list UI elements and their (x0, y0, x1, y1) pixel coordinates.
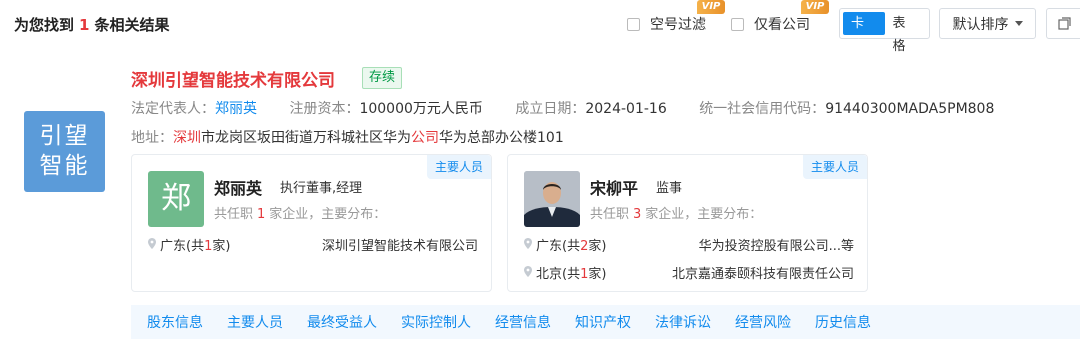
address-highlight: 深圳 (173, 130, 201, 146)
key-person-tag: 主要人员 (426, 155, 491, 179)
region-suffix: 家) (212, 239, 231, 254)
address-text: 市龙岗区坂田街道万科城社区华为 (201, 130, 411, 146)
results-toolbar: 为您找到 1 条相关结果 空号过滤 VIP 仅看公司 VIP 卡片 表格 默认排序 (0, 0, 1080, 54)
address-text: 华为总部办公楼101 (439, 130, 564, 146)
legal-rep-field: 法定代表人：郑丽英 (131, 98, 257, 118)
stat-count: 1 (257, 207, 266, 222)
tab-history[interactable]: 历史信息 (815, 312, 871, 332)
result-prefix: 为您找到 (14, 16, 75, 34)
vip-badge: VIP (697, 0, 725, 14)
region-prefix: 北京(共 (536, 267, 581, 282)
person-photo-icon (524, 171, 580, 227)
result-suffix: 条相关结果 (94, 16, 170, 34)
tab-beneficial-owner[interactable]: 最终受益人 (307, 312, 377, 332)
person-role: 监事 (656, 181, 683, 196)
logo-line-1: 引望 (39, 123, 90, 149)
location-row: 北京(共1家) 北京嘉通泰颐科技有限责任公司 (524, 263, 854, 283)
person-name[interactable]: 宋柳平 (590, 175, 638, 199)
tab-shareholders[interactable]: 股东信息 (147, 312, 203, 332)
legal-rep-link[interactable]: 郑丽英 (215, 101, 257, 117)
caret-down-icon (1014, 21, 1023, 26)
filter-company-only[interactable]: 仅看公司 VIP (731, 0, 829, 34)
person-positions-summary: 共任职 3 家企业，主要分布： (590, 203, 762, 222)
sort-label: 默认排序 (952, 16, 1009, 33)
location-row: 广东(共1家) 深圳引望智能技术有限公司 (148, 235, 478, 255)
tab-actual-controller[interactable]: 实际控制人 (401, 312, 471, 332)
view-toggle: 卡片 表格 (839, 8, 930, 54)
location-pin-icon (524, 266, 532, 277)
tab-intellectual-property[interactable]: 知识产权 (575, 312, 631, 332)
region-prefix: 广东(共 (160, 239, 205, 254)
export-button[interactable] (1046, 8, 1080, 39)
location-company-link[interactable]: 华为投资控股有限公司...等 (699, 235, 854, 254)
legal-rep-label: 法定代表人： (131, 101, 215, 117)
location-company-link[interactable]: 北京嘉通泰颐科技有限责任公司 (672, 263, 854, 282)
region-suffix: 家) (588, 239, 607, 254)
founded-label: 成立日期： (515, 101, 586, 117)
empty-phone-label: 空号过滤 (650, 17, 706, 33)
result-count-text: 为您找到 1 条相关结果 (14, 14, 169, 35)
founded-value: 2024-01-16 (585, 101, 667, 117)
location-company-link[interactable]: 深圳引望智能技术有限公司 (322, 235, 478, 254)
filter-empty-phone[interactable]: 空号过滤 VIP (627, 0, 725, 34)
result-count-number: 1 (79, 16, 90, 34)
stat-count: 3 (633, 207, 642, 222)
tab-legal-litigation[interactable]: 法律诉讼 (655, 312, 711, 332)
location-region: 广东(共1家) (160, 235, 230, 254)
stat-prefix: 共任职 (590, 207, 630, 222)
avatar: 郑 (148, 171, 204, 227)
address-label: 地址： (131, 130, 173, 146)
capital-value: 100000万元人民币 (359, 101, 483, 117)
company-only-checkbox[interactable] (731, 17, 744, 31)
person-card[interactable]: 主要人员 郑 郑丽英 执行董事,经理 共任职 1 家企业，主要分布： 广东(共1家)… (131, 154, 492, 292)
capital-field: 注册资本：100000万元人民币 (289, 98, 482, 118)
tab-business-info[interactable]: 经营信息 (495, 312, 551, 332)
logo-line-2: 智能 (39, 153, 90, 179)
avatar-photo (524, 171, 580, 227)
export-icon (1058, 17, 1071, 30)
location-row: 广东(共2家) 华为投资控股有限公司...等 (524, 235, 854, 255)
location-region: 北京(共1家) (536, 263, 606, 282)
person-positions-summary: 共任职 1 家企业，主要分布： (214, 203, 386, 222)
credit-code-label: 统一社会信用代码： (699, 101, 826, 117)
stat-suffix: 家企业，主要分布： (645, 207, 763, 222)
founded-field: 成立日期：2024-01-16 (515, 98, 666, 118)
tab-key-persons[interactable]: 主要人员 (227, 312, 283, 332)
person-role: 执行董事,经理 (280, 181, 363, 196)
tab-business-risk[interactable]: 经营风险 (735, 312, 791, 332)
location-pin-icon (148, 238, 156, 249)
stat-suffix: 家企业，主要分布： (269, 207, 387, 222)
region-suffix: 家) (588, 267, 607, 282)
company-section-tabs: 股东信息 主要人员 最终受益人 实际控制人 经营信息 知识产权 法律诉讼 经营风… (131, 305, 1080, 339)
table-view-button[interactable]: 表格 (885, 12, 927, 54)
region-prefix: 广东(共 (536, 239, 581, 254)
person-name[interactable]: 郑丽英 (214, 175, 262, 199)
vip-badge: VIP (801, 0, 829, 14)
key-person-tag: 主要人员 (802, 155, 867, 179)
company-info-row: 法定代表人：郑丽英 注册资本：100000万元人民币 成立日期：2024-01-… (131, 98, 1022, 118)
empty-phone-checkbox[interactable] (627, 17, 640, 31)
stat-prefix: 共任职 (214, 207, 254, 222)
address-row: 地址：深圳市龙岗区坂田街道万科城社区华为公司华为总部办公楼101 (131, 127, 564, 147)
card-view-button[interactable]: 卡片 (843, 12, 885, 54)
company-name-link[interactable]: 深圳引望智能技术有限公司 (131, 66, 335, 91)
sort-dropdown[interactable]: 默认排序 (939, 8, 1036, 39)
company-logo[interactable]: 引望 智能 (24, 111, 105, 192)
person-card[interactable]: 主要人员 宋柳平 监事 共任职 3 家企业，主要分布： 广东(共2家) 华为投资控股… (507, 154, 868, 292)
capital-label: 注册资本： (289, 101, 360, 117)
location-pin-icon (524, 238, 532, 249)
location-region: 广东(共2家) (536, 235, 606, 254)
address-highlight: 公司 (411, 130, 439, 146)
status-badge: 存续 (362, 67, 403, 89)
credit-code-value: 91440300MADA5PM808 (825, 101, 995, 117)
company-only-label: 仅看公司 (754, 17, 810, 33)
credit-code-field: 统一社会信用代码：91440300MADA5PM808 (699, 98, 994, 118)
